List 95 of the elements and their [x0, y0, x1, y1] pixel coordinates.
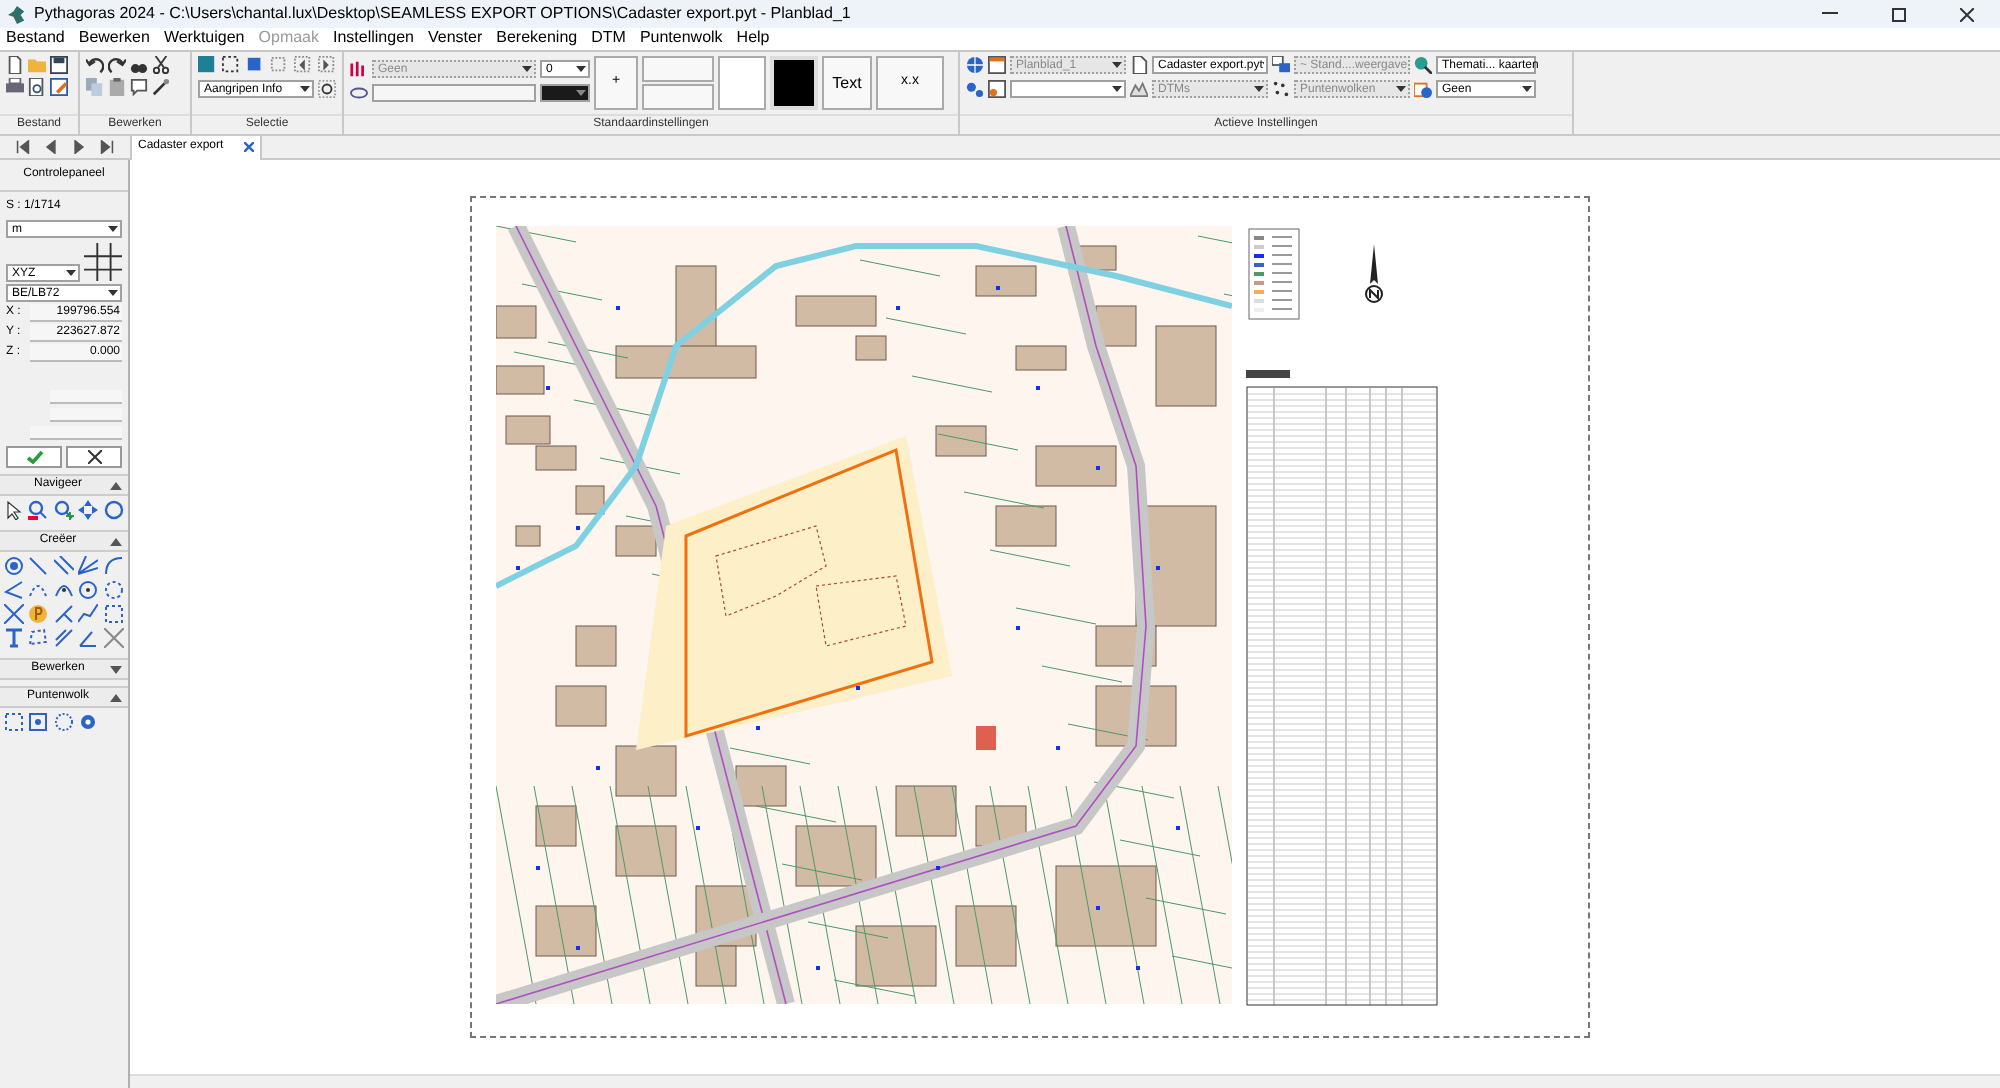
color-dropdown[interactable]	[540, 84, 590, 102]
dimension-icon[interactable]	[53, 628, 74, 648]
checkmark-icon	[25, 450, 43, 464]
caret-icon	[110, 481, 122, 489]
line-color-button[interactable]	[770, 56, 818, 110]
minimize-icon	[1822, 12, 1838, 16]
measure-angle-icon[interactable]	[78, 628, 99, 648]
point-cloud-icon[interactable]	[1272, 80, 1290, 98]
menu-item[interactable]: Bewerken	[78, 30, 150, 46]
cancel-icon	[87, 450, 101, 464]
grid-icon	[84, 242, 122, 282]
menu-item[interactable]: Bestand	[6, 30, 65, 46]
select-all-icon[interactable]	[198, 56, 216, 74]
sheet-settings-icon[interactable]	[988, 80, 1006, 98]
menu-item[interactable]: Help	[736, 30, 770, 46]
parking-icon[interactable]	[28, 604, 49, 624]
line-style-icon[interactable]	[350, 84, 368, 102]
offset-icon[interactable]	[103, 604, 124, 624]
app-logo-icon	[8, 5, 26, 23]
select-square-icon[interactable]	[246, 56, 264, 74]
document-icon[interactable]	[1130, 56, 1148, 74]
previous-page-icon[interactable]	[43, 140, 58, 154]
circle-icon[interactable]	[103, 580, 124, 600]
polyline-icon[interactable]	[78, 604, 99, 624]
next-page-icon[interactable]	[72, 140, 87, 154]
save-icon[interactable]	[50, 56, 68, 74]
magnifier-icon[interactable]	[1414, 56, 1432, 74]
pointer-icon[interactable]	[4, 500, 24, 520]
fill-color-button[interactable]	[718, 56, 766, 110]
cross-icon[interactable]	[103, 628, 124, 648]
text-style-button[interactable]: Text	[822, 56, 872, 110]
select-window-icon[interactable]	[222, 56, 240, 74]
north-arrow-icon	[1362, 244, 1386, 308]
new-file-icon[interactable]	[6, 56, 24, 74]
scissors-icon[interactable]	[152, 56, 170, 74]
angle-icon[interactable]	[4, 580, 24, 600]
style-field[interactable]	[372, 84, 536, 102]
cloud-select-icon[interactable]	[4, 712, 24, 732]
menu-item[interactable]: Berekening	[496, 30, 578, 46]
parallel-lines-icon[interactable]	[53, 556, 74, 576]
legend-drawing	[1248, 228, 1300, 320]
caret-icon	[110, 665, 122, 673]
undo-icon[interactable]	[86, 56, 104, 74]
globe-icon[interactable]	[966, 56, 984, 74]
text-tool-icon[interactable]	[4, 628, 24, 648]
polygon-icon[interactable]	[28, 628, 49, 648]
line-icon[interactable]	[28, 556, 49, 576]
select-forward-icon[interactable]	[318, 56, 336, 74]
wand-icon[interactable]	[152, 78, 170, 96]
input-field[interactable]	[50, 390, 122, 404]
arc-icon[interactable]	[103, 556, 124, 576]
speech-bubble-icon[interactable]	[130, 78, 148, 96]
map-globe-icon[interactable]	[1414, 80, 1432, 98]
menu-item[interactable]: DTM	[591, 30, 626, 46]
redo-icon[interactable]	[108, 56, 126, 74]
save-as-icon[interactable]	[50, 78, 68, 96]
intersection-icon[interactable]	[4, 604, 24, 624]
print-preview-icon[interactable]	[28, 78, 46, 96]
input-field[interactable]	[30, 426, 122, 440]
windows-icon[interactable]	[1272, 56, 1290, 74]
point-icon[interactable]	[4, 556, 24, 576]
menu-item[interactable]: Venster	[427, 30, 483, 46]
select-back-icon[interactable]	[294, 56, 312, 74]
zoom-out-icon[interactable]	[28, 500, 49, 520]
cloud-box-icon[interactable]	[28, 712, 49, 732]
first-page-icon[interactable]	[15, 140, 30, 154]
pan-icon[interactable]	[78, 500, 99, 520]
maximize-icon	[1891, 7, 1905, 21]
caret-icon	[110, 693, 122, 701]
paste-icon[interactable]	[108, 78, 126, 96]
curve-point-icon[interactable]	[53, 580, 74, 600]
horizontal-scrollbar[interactable]	[130, 1074, 2000, 1088]
rotate-icon[interactable]	[103, 500, 124, 520]
input-field[interactable]	[50, 408, 122, 422]
cancel-button[interactable]	[66, 446, 122, 468]
window-title: Pythagoras 2024 - C:\Users\chantal.lux\Desktop\SEAMLESS EXPORT OPTIONS\Cadaster export.pyt - Planblad_1	[34, 2, 851, 26]
zoom-select-icon[interactable]	[318, 80, 336, 98]
circle-center-icon[interactable]	[78, 580, 99, 600]
printer-icon[interactable]	[6, 78, 24, 96]
caret-icon	[110, 537, 122, 545]
last-page-icon[interactable]	[100, 140, 115, 154]
projection-icon[interactable]	[53, 604, 74, 624]
close-icon[interactable]	[244, 142, 254, 152]
close-icon	[1959, 7, 1973, 21]
menu-item[interactable]: Werktuigen	[163, 30, 245, 46]
bisector-icon[interactable]	[78, 556, 99, 576]
cloud-filter-icon[interactable]	[53, 712, 74, 732]
terrain-icon[interactable]	[1130, 80, 1148, 98]
cloud-gear-icon[interactable]	[78, 712, 99, 732]
menu-item[interactable]: Instellingen	[333, 30, 414, 46]
zoom-in-icon[interactable]	[53, 500, 74, 520]
sheet-icon[interactable]	[988, 56, 1006, 74]
menu-item[interactable]: Puntenwolk	[639, 30, 723, 46]
layer-icon[interactable]	[350, 60, 368, 78]
curve-icon[interactable]	[28, 580, 49, 600]
